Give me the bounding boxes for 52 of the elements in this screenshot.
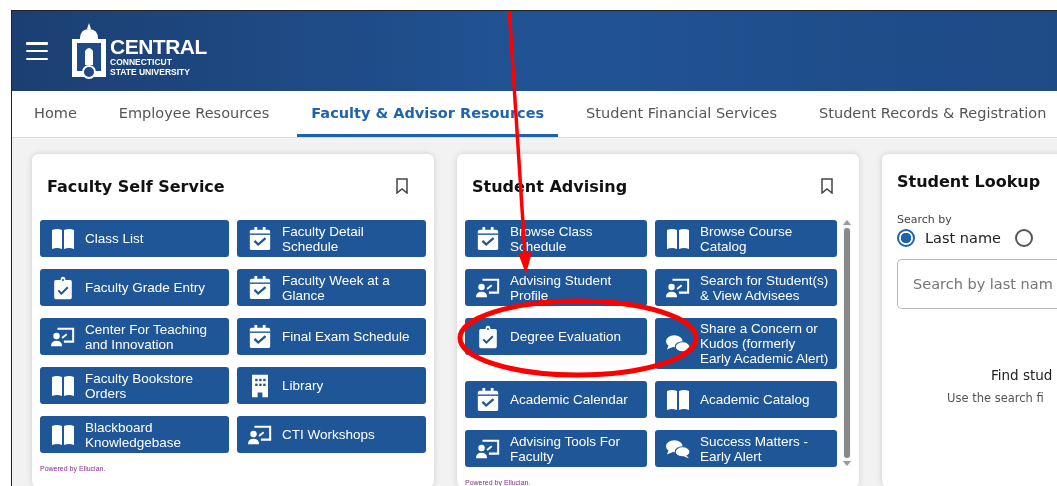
- book-icon: [666, 226, 690, 251]
- shortcut-button[interactable]: Blackboard Knowledgebase: [40, 416, 229, 453]
- calendar-check-icon: [248, 226, 272, 251]
- calendar-check-icon: [476, 226, 500, 251]
- shortcut-button[interactable]: Academic Calendar: [465, 381, 647, 418]
- nav-tab[interactable]: Employee Resources: [104, 91, 284, 137]
- shortcut-button[interactable]: Browse Course Catalog: [655, 220, 837, 257]
- bookmark-icon[interactable]: [396, 178, 408, 194]
- card-title: Student Lookup: [897, 172, 1042, 191]
- radio-button[interactable]: [897, 229, 915, 247]
- shortcut-button[interactable]: Search for Student(s) & View Advisees: [655, 269, 837, 306]
- shortcut-button[interactable]: Class List: [40, 220, 229, 257]
- shortcut-button[interactable]: Center For Teaching and Innovation: [40, 318, 229, 355]
- shortcut-button[interactable]: Final Exam Schedule: [237, 318, 426, 355]
- book-icon: [51, 226, 75, 251]
- shortcut-button[interactable]: Share a Concern or Kudos (formerly Early Academic Alert): [655, 318, 837, 369]
- calendar-check-icon: [248, 275, 272, 300]
- logo-subtitle: STATE UNIVERSITY: [110, 67, 191, 77]
- cupola-logo-icon: [72, 23, 106, 79]
- radio-label: Last name: [925, 230, 1001, 246]
- search-field[interactable]: Search by last nam: [897, 259, 1057, 309]
- menu-icon[interactable]: [26, 42, 48, 60]
- empty-state-title: Find stud: [991, 367, 1053, 383]
- clipboard-check-icon: [51, 275, 75, 300]
- nav-tab[interactable]: Student Records & Registration: [805, 91, 1057, 137]
- shortcut-button[interactable]: Faculty Week at a Glance: [237, 269, 426, 306]
- shortcut-button[interactable]: Faculty Grade Entry: [40, 269, 229, 306]
- shortcut-button[interactable]: Library: [237, 367, 426, 404]
- shortcut-button[interactable]: Degree Evaluation: [465, 318, 647, 355]
- shortcut-button[interactable]: Academic Catalog: [655, 381, 837, 418]
- search-by-label: Search by: [897, 213, 953, 226]
- bookmark-icon[interactable]: [821, 178, 833, 194]
- shortcut-button[interactable]: Advising Tools For Faculty: [465, 430, 647, 467]
- radio-button[interactable]: [1014, 229, 1033, 247]
- calendar-check-icon: [476, 387, 500, 412]
- clipboard-check-icon: [476, 324, 500, 349]
- book-icon: [51, 373, 75, 398]
- book-icon: [51, 422, 75, 447]
- book-icon: [666, 387, 690, 412]
- nav-tab[interactable]: Home: [20, 91, 91, 137]
- shortcut-button[interactable]: Advising Student Profile: [465, 269, 647, 306]
- logo-wordmark: CENTRAL: [110, 36, 207, 57]
- shortcut-button[interactable]: Success Matters - Early Alert: [655, 430, 837, 467]
- shortcut-button[interactable]: CTI Workshops: [237, 416, 426, 453]
- scrollbar[interactable]: [843, 220, 851, 466]
- card-title: Faculty Self Service: [47, 176, 225, 196]
- shortcut-button[interactable]: Faculty Detail Schedule: [237, 220, 426, 257]
- logo-subtitle: CONNECTICUT: [110, 57, 173, 67]
- shortcut-button[interactable]: Faculty Bookstore Orders: [40, 367, 229, 404]
- empty-state-text: Use the search fi: [947, 391, 1044, 405]
- nav-tab[interactable]: Student Financial Services: [572, 91, 792, 137]
- calendar-check-icon: [248, 324, 272, 349]
